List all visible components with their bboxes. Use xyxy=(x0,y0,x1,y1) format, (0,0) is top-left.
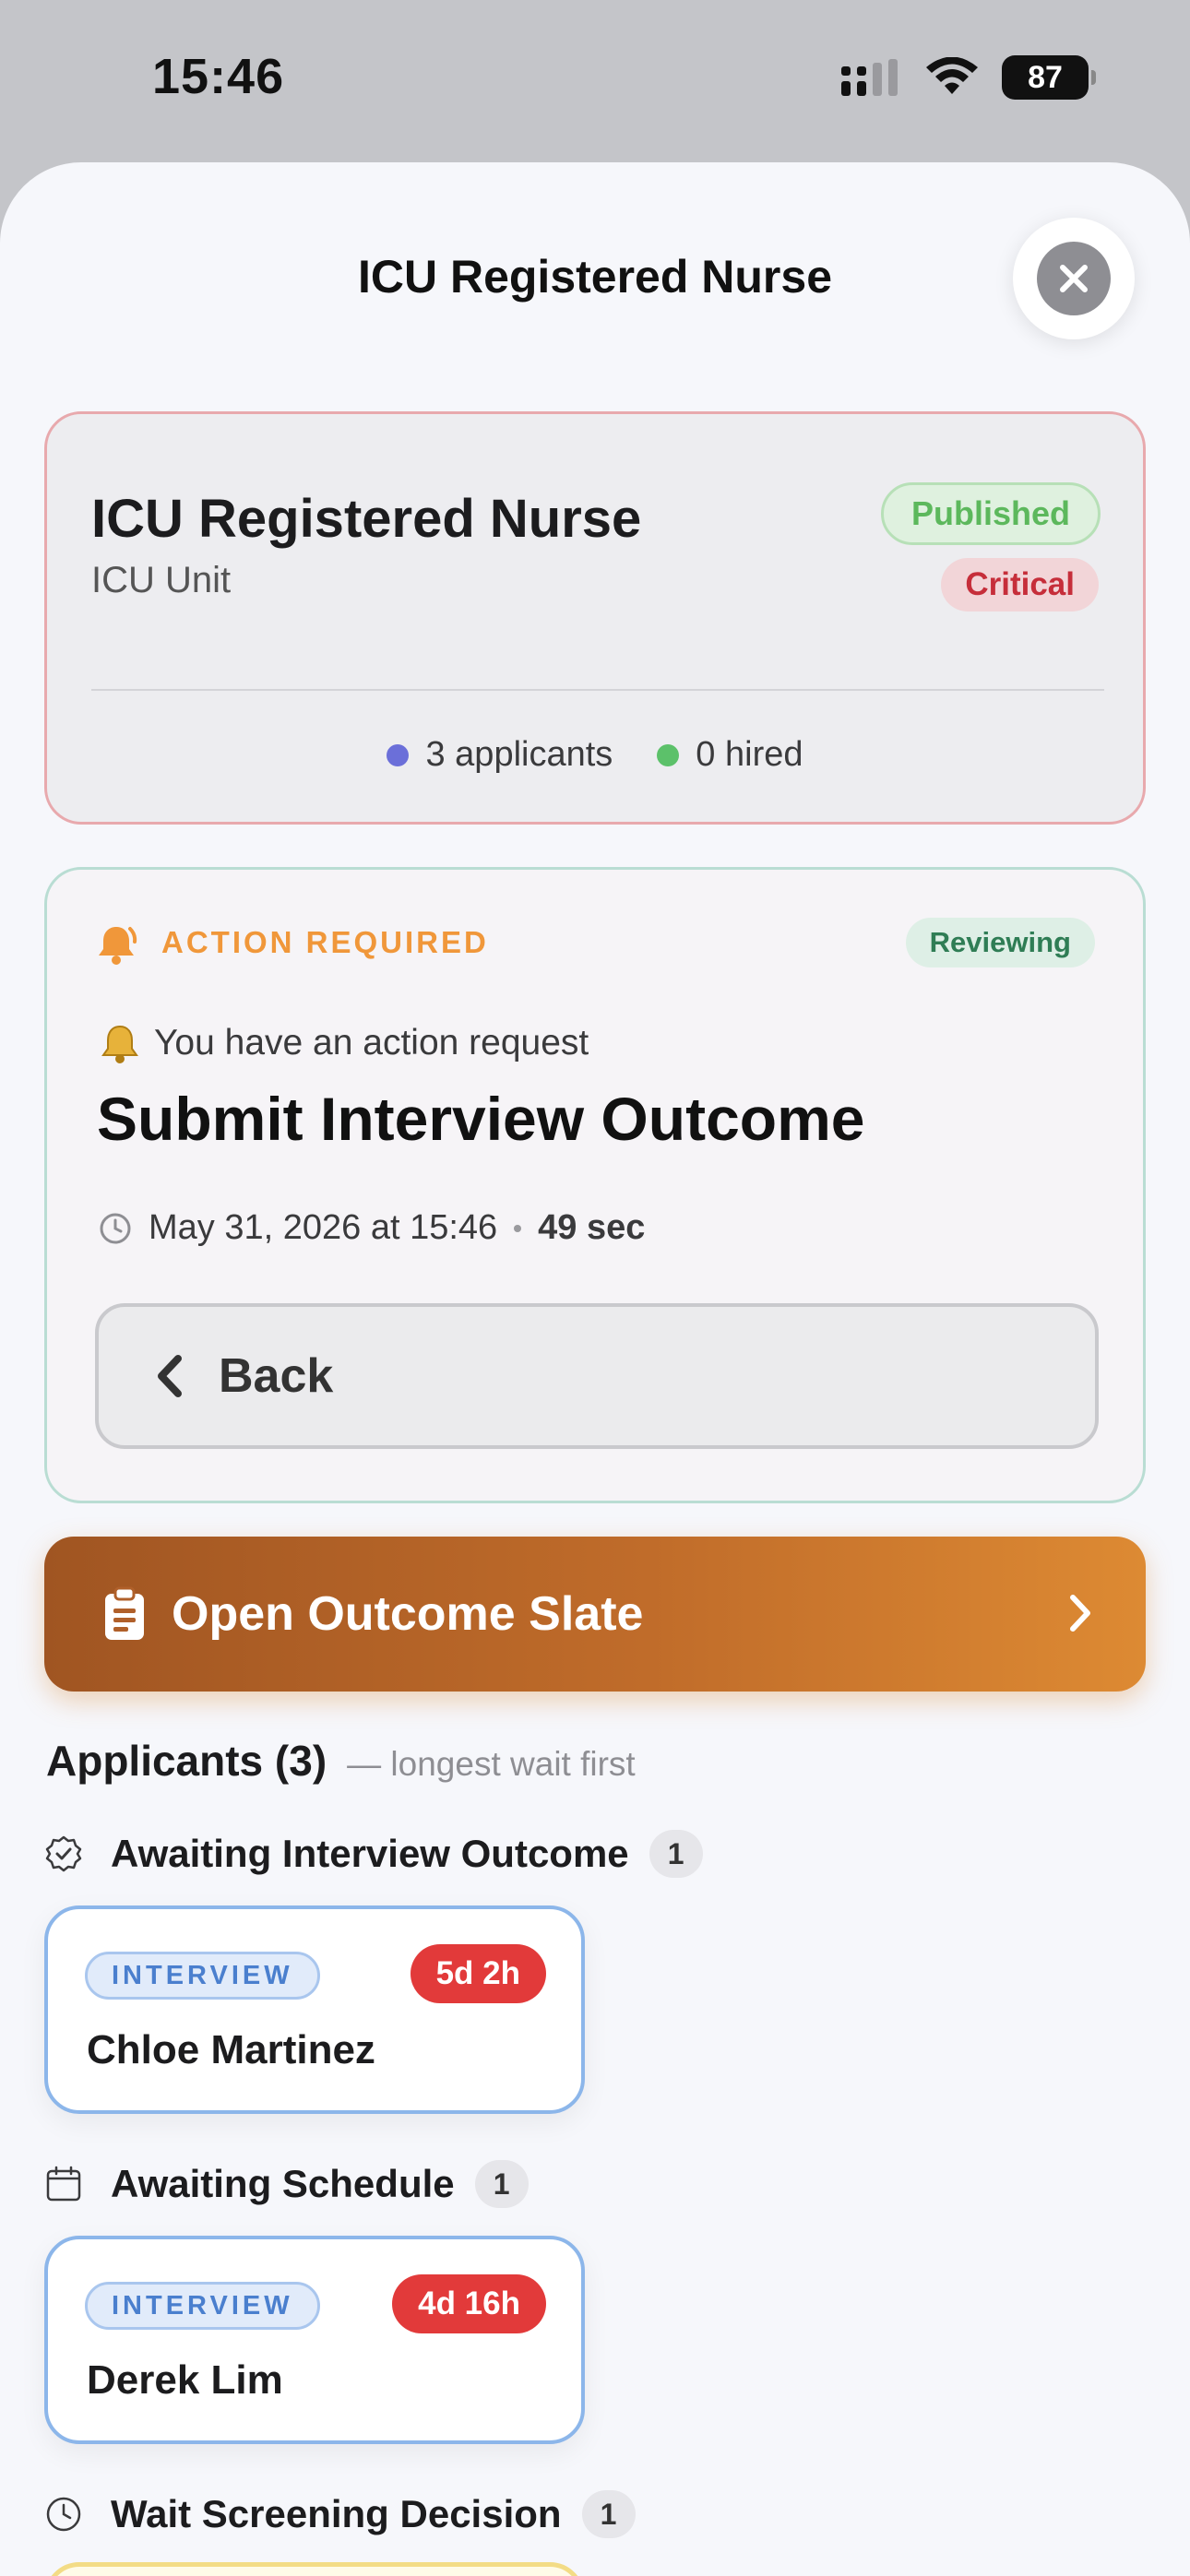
badge-check-icon xyxy=(45,1835,82,1872)
action-request-line: You have an action request xyxy=(99,1022,589,1064)
applicants-stat: 3 applicants xyxy=(387,735,613,775)
hired-stat-label: 0 hired xyxy=(696,735,803,774)
status-icons: 87 xyxy=(841,55,1096,100)
stage-tag: INTERVIEW xyxy=(85,1952,320,2000)
group-count: 1 xyxy=(581,2490,636,2538)
group-header-awaiting-interview-outcome: Awaiting Interview Outcome 1 xyxy=(44,1830,703,1878)
action-datetime: May 31, 2026 at 15:46 xyxy=(149,1208,498,1247)
status-bar: 15:46 87 xyxy=(0,0,1190,161)
wifi-icon xyxy=(926,57,978,94)
group-header-wait-screening-decision: Wait Screening Decision 1 xyxy=(44,2490,636,2538)
applicants-title: Applicants (3) xyxy=(46,1737,327,1785)
group-title: Wait Screening Decision xyxy=(111,2492,562,2535)
action-duration: 49 sec xyxy=(538,1208,646,1247)
wait-time-badge: 5d 2h xyxy=(410,1944,546,2003)
clipboard-icon xyxy=(105,1586,144,1640)
clock-icon xyxy=(100,1213,131,1243)
clock-icon xyxy=(46,2497,81,2532)
action-request-text: You have an action request xyxy=(154,1023,589,1062)
applicant-name: Chloe Martinez xyxy=(87,2027,375,2072)
open-outcome-slate-label: Open Outcome Slate xyxy=(172,1587,644,1641)
critical-badge: Critical xyxy=(941,558,1099,611)
sheet-title: ICU Registered Nurse xyxy=(357,251,833,303)
hired-dot-icon xyxy=(657,743,680,766)
chevron-left-icon xyxy=(158,1355,182,1397)
applicants-subtitle: — longest wait first xyxy=(347,1745,636,1783)
back-button[interactable]: Back xyxy=(95,1303,1099,1449)
group-header-awaiting-schedule: Awaiting Schedule 1 xyxy=(44,2160,529,2208)
group-count: 1 xyxy=(649,1830,703,1878)
stage-tag: INTERVIEW xyxy=(85,2282,320,2330)
job-stats: 3 applicants 0 hired xyxy=(47,735,1143,775)
applicants-stat-label: 3 applicants xyxy=(425,735,613,774)
calendar-icon xyxy=(46,2166,81,2202)
close-icon xyxy=(1037,242,1111,315)
group-count: 1 xyxy=(474,2160,529,2208)
applicants-heading: Applicants (3) — longest wait first xyxy=(46,1736,636,1786)
action-heading: Submit Interview Outcome xyxy=(97,1085,865,1153)
divider xyxy=(91,689,1104,691)
applicant-name: Derek Lim xyxy=(87,2357,283,2403)
applicant-card-chloe-martinez[interactable]: INTERVIEW 5d 2h Chloe Martinez xyxy=(44,1905,585,2114)
hired-stat: 0 hired xyxy=(657,735,803,775)
chevron-right-icon xyxy=(1070,1595,1090,1632)
battery-indicator: 87 xyxy=(1002,55,1096,100)
bell-icon xyxy=(99,927,137,965)
open-outcome-slate-button[interactable]: Open Outcome Slate xyxy=(44,1537,1146,1692)
bell-emoji-icon xyxy=(101,1025,138,1063)
applicant-card-partial[interactable] xyxy=(44,2562,585,2576)
action-required-label: ACTION REQUIRED xyxy=(161,925,489,959)
job-detail-sheet: ICU Registered Nurse ICU Registered Nurs… xyxy=(0,162,1190,2576)
status-time: 15:46 xyxy=(152,49,285,104)
close-button[interactable] xyxy=(1013,218,1135,339)
separator-dot xyxy=(514,1224,522,1232)
back-button-label: Back xyxy=(219,1349,334,1403)
reviewing-badge: Reviewing xyxy=(905,918,1095,967)
job-unit: ICU Unit xyxy=(91,560,232,600)
job-summary-card: ICU Registered Nurse ICU Unit Published … xyxy=(44,411,1146,825)
published-badge: Published xyxy=(880,482,1101,545)
group-title: Awaiting Interview Outcome xyxy=(111,1832,629,1875)
job-title: ICU Registered Nurse xyxy=(91,489,642,549)
action-meta: May 31, 2026 at 15:46 49 sec xyxy=(99,1208,645,1248)
applicant-card-derek-lim[interactable]: INTERVIEW 4d 16h Derek Lim xyxy=(44,2236,585,2444)
action-required-card: ACTION REQUIRED Reviewing You have an ac… xyxy=(44,867,1146,1503)
wait-time-badge: 4d 16h xyxy=(392,2274,546,2333)
group-title: Awaiting Schedule xyxy=(111,2162,455,2205)
cellular-signal-icon xyxy=(841,59,898,96)
applicants-dot-icon xyxy=(387,743,410,766)
